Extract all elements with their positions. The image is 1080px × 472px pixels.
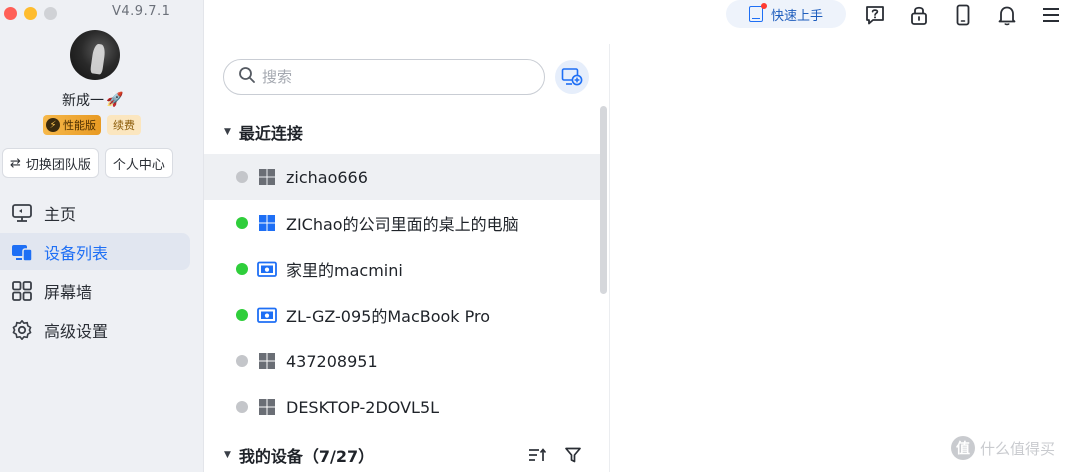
filter-icon[interactable] [562,444,584,466]
grid-icon [10,279,34,303]
my-devices-header[interactable]: ▼ 我的设备（7/27） [224,443,374,467]
search-box[interactable] [223,59,545,95]
device-row[interactable]: zichao666 [204,154,604,200]
device-row[interactable]: 家里的macmini [204,246,604,292]
recent-connections-title: 最近连接 [238,124,303,143]
device-row[interactable]: 437208951 [204,338,604,384]
status-offline-indicator [236,401,248,413]
sidebar-item-advanced-settings[interactable]: 高级设置 [0,311,190,348]
monitor-icon [10,201,34,225]
sidebar-item-label: 屏幕墙 [44,282,93,302]
watermark: 值 什么值得买 [951,436,1055,460]
status-offline-indicator [236,171,248,183]
recent-device-list: zichao666 ZIChao的公司里面的桌上的电脑 家里的macmini ZL-G… [204,154,604,430]
top-toolbar: 快速上手 [204,0,1080,30]
maximize-window-button[interactable] [44,7,57,20]
account-actions: ⇄ 切换团队版 个人中心 [2,148,173,178]
user-nickname: 新成一 [62,93,104,109]
device-row[interactable]: DESKTOP-2DOVL5L [204,384,604,430]
caret-down-icon: ▼ [224,127,231,137]
status-online-indicator [236,217,248,229]
sidebar-item-label: 高级设置 [44,321,109,341]
user-nickname-row: 新成一 🚀 [62,90,123,110]
windows-icon [257,351,277,371]
mac-icon [257,305,277,325]
search-input[interactable] [262,68,522,86]
my-devices-title: 我的设备（7/27） [238,447,375,466]
bell-icon[interactable] [994,2,1020,28]
quick-start-label: 快速上手 [770,8,823,24]
device-name: ZIChao的公司里面的桌上的电脑 [286,215,519,234]
device-row[interactable]: ZL-GZ-095的MacBook Pro [204,292,604,338]
sort-icon[interactable] [526,444,548,466]
windows-icon [257,397,277,417]
sidebar-item-label: 主页 [44,204,77,224]
device-list-icon [10,240,34,264]
sidebar-item-label: 设备列表 [44,243,109,263]
minimize-window-button[interactable] [24,7,37,20]
notification-dot [760,3,767,9]
phone-icon[interactable] [950,2,976,28]
quick-start-button[interactable]: 快速上手 [726,0,846,28]
guide-book-icon [748,3,767,22]
caret-down-icon: ▼ [224,450,231,460]
device-name: DESKTOP-2DOVL5L [286,397,440,417]
renew-button[interactable]: 续费 [107,115,141,135]
status-online-indicator [236,309,248,321]
status-offline-indicator [236,355,248,367]
add-device-button[interactable] [555,60,589,94]
switch-team-label: 切换团队版 [25,157,91,173]
sidebar-item-device-list[interactable]: 设备列表 [0,233,190,270]
rocket-icon: 🚀 [106,92,124,108]
lightning-icon: ⚡ [46,118,60,132]
personal-center-button[interactable]: 个人中心 [104,148,173,178]
mac-icon [257,259,277,279]
sidebar: V4.9.7.1 新成一 🚀 ⚡ 性能版 续费 ⇄ 切换团队版 个人中心 主页 [0,0,204,472]
device-name: zichao666 [286,167,368,187]
status-online-indicator [236,263,248,275]
scrollbar[interactable] [600,106,607,294]
add-device-icon [561,68,583,86]
membership-badges: ⚡ 性能版 续费 [43,115,141,135]
performance-badge-label: 性能版 [63,119,96,132]
help-icon[interactable] [862,2,888,28]
device-name: ZL-GZ-095的MacBook Pro [286,307,491,326]
window-controls [4,7,57,20]
search-icon [238,66,256,88]
device-list-panel: ▼ 最近连接 zichao666 ZIChao的公司里面的桌上的电脑家里的macm… [204,44,610,472]
performance-badge: ⚡ 性能版 [43,115,101,135]
device-name: 家里的macmini [286,261,403,280]
close-window-button[interactable] [4,7,17,20]
gear-icon [10,318,34,342]
watermark-text: 什么值得买 [980,439,1056,458]
switch-team-button[interactable]: ⇄ 切换团队版 [2,148,99,178]
device-name: 437208951 [286,351,378,371]
recent-connections-header[interactable]: ▼ 最近连接 [224,120,303,144]
app-version: V4.9.7.1 [112,4,171,19]
windows-icon [257,213,277,233]
device-row[interactable]: ZIChao的公司里面的桌上的电脑 [204,200,604,246]
sidebar-nav: 主页 设备列表 屏幕墙 高级设置 [0,194,190,350]
menu-icon[interactable] [1038,2,1064,28]
switch-icon: ⇄ [10,155,21,171]
sidebar-item-home[interactable]: 主页 [0,194,190,231]
lock-icon[interactable] [906,2,932,28]
watermark-logo: 值 [951,436,975,460]
avatar[interactable] [70,30,120,80]
windows-icon [257,167,277,187]
sidebar-item-screen-wall[interactable]: 屏幕墙 [0,272,190,309]
